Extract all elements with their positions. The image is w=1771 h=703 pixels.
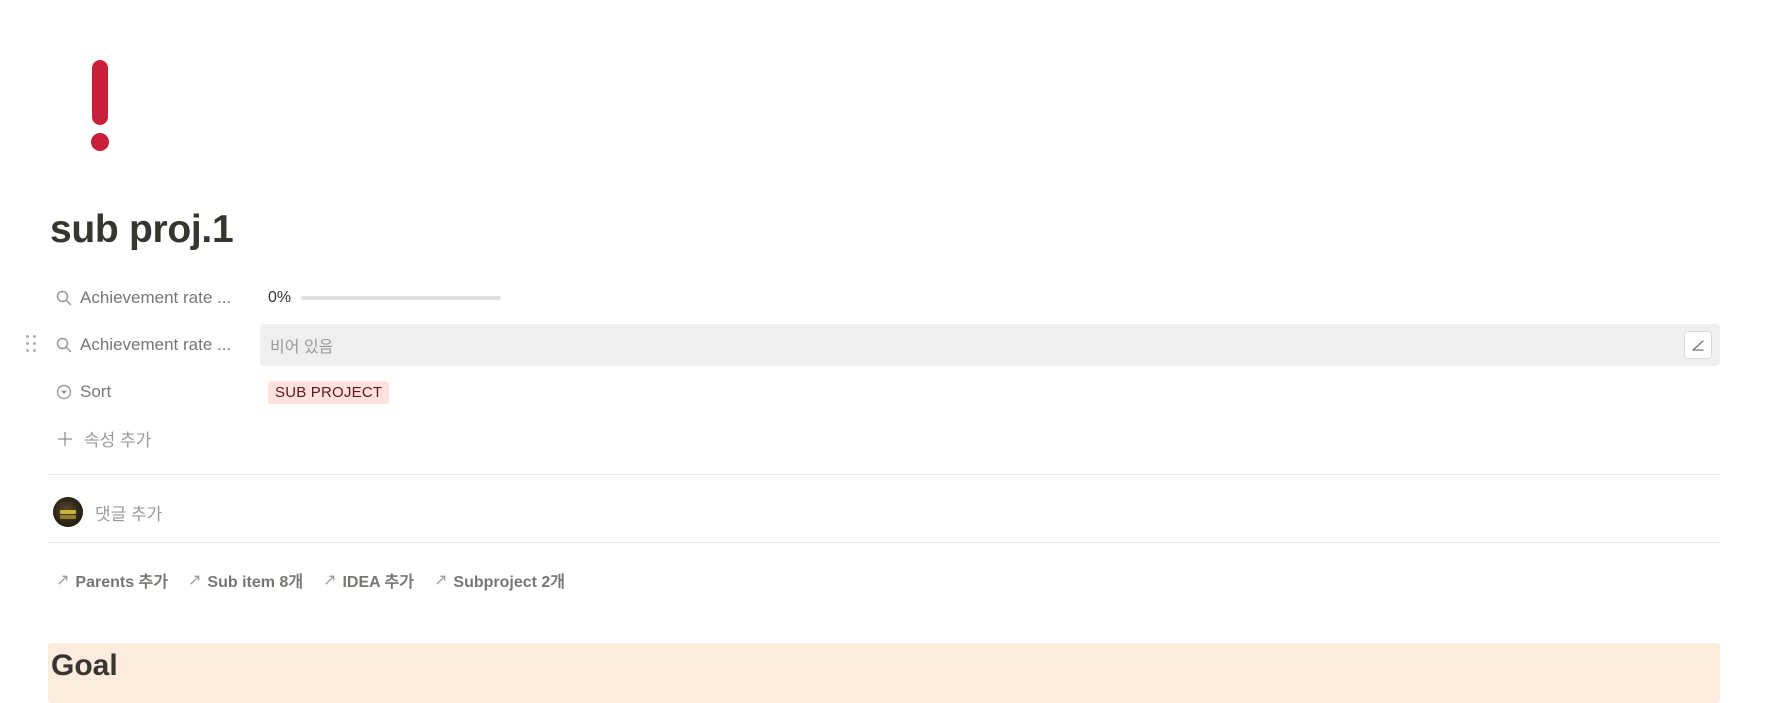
empty-value-text: 비어 있음 [270, 339, 334, 356]
drag-handle-icon[interactable] [24, 333, 38, 355]
progress-bar [301, 296, 502, 300]
divider [48, 474, 1720, 475]
add-property-button[interactable]: 속성 추가 [56, 426, 151, 451]
search-icon [56, 290, 72, 306]
property-label[interactable]: Achievement rate ... [50, 335, 250, 355]
property-label-text: Sort [80, 382, 112, 401]
property-value-container: 비어 있음 [260, 324, 1720, 366]
property-label-text: Achievement rate ... [80, 288, 232, 307]
progress-percent: 0% [268, 289, 292, 306]
relation-idea[interactable]: ↗ IDEA 추가 [323, 568, 414, 592]
goal-callout[interactable]: Goal [48, 643, 1720, 703]
page-title[interactable]: sub proj.1 [50, 208, 234, 252]
divider [48, 542, 1720, 543]
relation-parents[interactable]: ↗ Parents 추가 [56, 568, 168, 592]
property-value-empty-field[interactable]: 비어 있음 [260, 324, 1720, 366]
select-icon [56, 384, 72, 400]
relation-subproject[interactable]: ↗ Subproject 2개 [434, 568, 565, 592]
goal-heading[interactable]: Goal [51, 649, 118, 683]
relation-label: IDEA 추가 [342, 574, 414, 591]
arrow-up-right-icon: ↗ [56, 572, 70, 589]
property-label[interactable]: Sort [50, 382, 250, 402]
arrow-up-right-icon: ↗ [323, 572, 337, 589]
plus-icon [58, 431, 72, 446]
arrow-up-right-icon: ↗ [433, 572, 448, 589]
arrow-up-right-icon: ↗ [188, 572, 202, 589]
property-label-text: Achievement rate ... [80, 335, 232, 354]
property-label[interactable]: Achievement rate ... [50, 288, 250, 308]
avatar [53, 497, 83, 527]
property-value-select[interactable]: SUB PROJECT [260, 372, 1720, 412]
property-row-achievement-rate-empty: Achievement rate ... 비어 있음 [50, 324, 1720, 366]
page: sub proj.1 Achievement rate ... 0% Achie… [0, 0, 1771, 703]
relation-label: Parents 추가 [75, 574, 168, 591]
comment-input[interactable]: 댓글 추가 [95, 500, 162, 525]
relation-label: Sub item 8개 [207, 574, 304, 591]
relation-label: Subproject 2개 [453, 574, 566, 591]
edit-button[interactable] [1684, 331, 1712, 359]
search-icon [56, 337, 72, 353]
property-row-achievement-rate-progress: Achievement rate ... 0% [50, 278, 1720, 318]
add-property-label: 속성 추가 [84, 431, 152, 450]
exclamation-mark-icon[interactable] [90, 60, 112, 152]
select-tag: SUB PROJECT [268, 380, 390, 404]
edit-icon [1692, 340, 1704, 351]
add-comment[interactable]: 댓글 추가 [53, 497, 162, 527]
property-row-sort: Sort SUB PROJECT [50, 372, 1720, 412]
relation-links: ↗ Parents 추가 ↗ Sub item 8개 ↗ IDEA 추가 ↗ S… [56, 568, 565, 592]
property-value-progress[interactable]: 0% [260, 278, 1720, 318]
relation-sub-item[interactable]: ↗ Sub item 8개 [188, 568, 303, 592]
